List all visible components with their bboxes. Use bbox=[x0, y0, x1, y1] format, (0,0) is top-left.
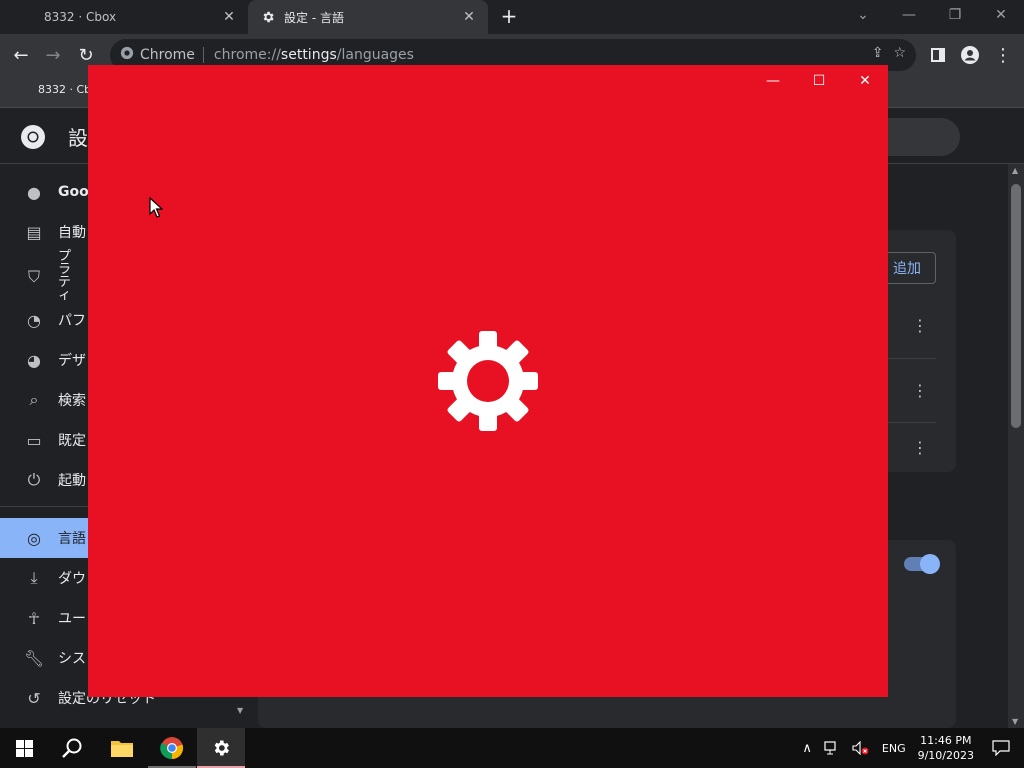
divider bbox=[880, 358, 936, 359]
reset-icon: ↺ bbox=[27, 688, 41, 708]
new-tab-button[interactable]: + bbox=[498, 6, 520, 28]
sidebar-item-label: ダウ bbox=[58, 571, 86, 587]
url-path: /languages bbox=[336, 47, 414, 63]
language-menu-icon[interactable]: ⋮ bbox=[912, 316, 928, 336]
accessibility-icon: ☥ bbox=[28, 608, 40, 628]
speedometer-icon: ◔ bbox=[27, 310, 41, 330]
sidebar-item-label: 言語 bbox=[58, 531, 86, 547]
mouse-cursor-icon bbox=[149, 197, 163, 218]
tab-close-icon[interactable]: ✕ bbox=[218, 9, 240, 25]
system-tray: ∧ ENG 11:46 PM 9/10/2023 bbox=[796, 728, 1024, 768]
scroll-up-icon[interactable]: ▲ bbox=[1012, 166, 1018, 175]
search-button[interactable] bbox=[48, 728, 96, 768]
input-language[interactable]: ENG bbox=[882, 742, 906, 755]
notification-icon[interactable] bbox=[992, 740, 1010, 756]
search-icon: ⌕ bbox=[29, 390, 39, 409]
window-controls: ⌄ — ❐ ✕ bbox=[840, 0, 1024, 34]
clock[interactable]: 11:46 PM 9/10/2023 bbox=[918, 733, 974, 763]
tab-settings[interactable]: 設定 - 言語 ✕ bbox=[248, 0, 488, 34]
tab-title: 設定 - 言語 bbox=[284, 10, 344, 25]
menu-kebab-icon[interactable]: ⋮ bbox=[990, 42, 1016, 68]
tab-title: 8332 · Cbox bbox=[44, 10, 117, 24]
shield-icon: ⛉ bbox=[27, 266, 40, 286]
sidebar-item-label: 既定 bbox=[58, 433, 86, 449]
network-icon[interactable] bbox=[824, 741, 840, 755]
chrome-icon bbox=[120, 46, 134, 64]
close-icon[interactable]: ✕ bbox=[842, 65, 888, 97]
sidebar-item-label: ユー bbox=[58, 611, 86, 627]
sidebar-item-label: 検索 bbox=[58, 393, 86, 409]
sidebar-item-label: Goo bbox=[58, 184, 89, 200]
gear-icon bbox=[260, 9, 276, 25]
gear-icon bbox=[438, 331, 538, 431]
download-icon: ⤓ bbox=[30, 568, 38, 587]
scroll-down-icon[interactable]: ▼ bbox=[1012, 717, 1018, 726]
minimize-icon[interactable]: — bbox=[886, 0, 932, 30]
taskbar: ∧ ENG 11:46 PM 9/10/2023 bbox=[0, 728, 1024, 768]
settings-app-splash-window: — ☐ ✕ bbox=[88, 65, 888, 697]
wrench-icon: 🔧︎ bbox=[23, 648, 45, 668]
url-scheme: chrome:// bbox=[213, 47, 281, 63]
settings-taskbar-button[interactable] bbox=[197, 728, 245, 768]
restore-icon[interactable]: ❐ bbox=[932, 0, 978, 30]
forward-icon[interactable]: → bbox=[40, 42, 66, 68]
scroll-down-icon[interactable]: ▼ bbox=[237, 706, 243, 715]
divider bbox=[880, 422, 936, 423]
show-hidden-icons-icon[interactable]: ∧ bbox=[802, 741, 812, 756]
sidebar-item-label: デザ bbox=[58, 353, 86, 369]
scrollbar-thumb[interactable] bbox=[1011, 184, 1021, 428]
sidebar-item-label: プラ ティ bbox=[58, 249, 72, 303]
maximize-icon[interactable]: ☐ bbox=[796, 65, 842, 97]
sidebar-item-label: 起動 bbox=[58, 473, 86, 489]
clipboard-icon: ▤ bbox=[26, 222, 42, 242]
tab-strip: 8332 · Cbox ✕ 設定 - 言語 ✕ + ⌄ — ❐ ✕ bbox=[0, 0, 1024, 34]
close-icon[interactable]: ✕ bbox=[978, 0, 1024, 30]
url-host: settings bbox=[280, 47, 337, 63]
palette-icon: ◕ bbox=[27, 350, 41, 370]
bookmark-item[interactable]: 8332 · Cb bbox=[38, 83, 91, 96]
side-panel-icon[interactable] bbox=[925, 42, 951, 68]
divider bbox=[202, 47, 204, 63]
browser-icon: ▭ bbox=[26, 430, 42, 450]
chrome-logo-icon bbox=[20, 124, 46, 154]
tab-cbox[interactable]: 8332 · Cbox ✕ bbox=[0, 0, 248, 34]
person-icon: ● bbox=[27, 182, 41, 202]
page-scrollbar[interactable]: ▲ ▼ bbox=[1008, 164, 1024, 728]
chrome-icon bbox=[160, 737, 184, 760]
language-menu-icon[interactable]: ⋮ bbox=[912, 381, 928, 401]
profile-icon[interactable] bbox=[957, 42, 983, 68]
volume-muted-icon[interactable] bbox=[852, 741, 870, 755]
site-label: Chrome bbox=[140, 47, 195, 63]
file-explorer-button[interactable] bbox=[98, 728, 146, 768]
search-icon bbox=[62, 738, 82, 758]
start-button[interactable] bbox=[0, 728, 48, 768]
clock-time: 11:46 PM bbox=[920, 734, 972, 747]
sidebar-scrollbar[interactable]: ▼ bbox=[232, 700, 250, 728]
spellcheck-toggle[interactable] bbox=[904, 554, 940, 574]
share-icon[interactable]: ⇪ bbox=[872, 45, 884, 61]
clock-date: 9/10/2023 bbox=[917, 749, 974, 762]
minimize-icon[interactable]: — bbox=[750, 65, 796, 97]
folder-icon bbox=[111, 741, 133, 757]
gear-icon bbox=[214, 740, 229, 756]
globe-icon: ◎ bbox=[27, 528, 41, 548]
sidebar-item-label: パフ bbox=[58, 313, 86, 329]
bookmark-star-icon[interactable]: ☆ bbox=[893, 45, 906, 61]
chrome-taskbar-button[interactable] bbox=[148, 728, 196, 768]
window-controls: — ☐ ✕ bbox=[750, 65, 888, 97]
windows-icon bbox=[15, 739, 33, 757]
language-menu-icon[interactable]: ⋮ bbox=[912, 438, 928, 458]
sidebar-item-label: シス bbox=[58, 651, 86, 667]
sidebar-item-label: 自動 bbox=[58, 225, 86, 241]
page-title: 設 bbox=[68, 126, 88, 150]
tab-search-icon[interactable]: ⌄ bbox=[840, 0, 886, 30]
power-icon: ⏻ bbox=[27, 470, 41, 489]
tab-close-icon[interactable]: ✕ bbox=[458, 9, 480, 25]
back-icon[interactable]: ← bbox=[8, 42, 34, 68]
